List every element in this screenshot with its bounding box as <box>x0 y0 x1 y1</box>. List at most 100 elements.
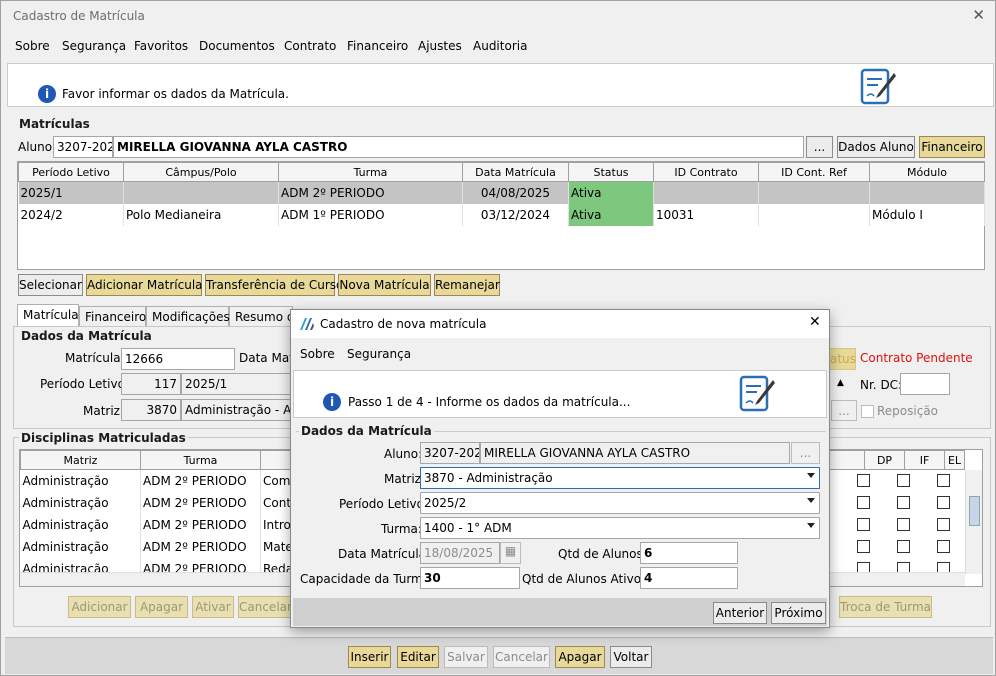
matriz-select[interactable]: 3870 - Administração <box>420 467 820 489</box>
dp-checkbox[interactable] <box>857 496 870 509</box>
periodo-code-field[interactable]: 117 <box>121 373 181 395</box>
tab-financeiro[interactable]: Financeiro <box>79 306 146 326</box>
turma-select[interactable]: 1400 - 1° ADM <box>420 517 820 539</box>
periodo-select[interactable]: 2025/2 <box>420 492 820 514</box>
dialog-title-bar: Cadastro de nova matrícula ✕ <box>291 310 829 338</box>
el-checkbox[interactable] <box>937 540 950 553</box>
col-disciplina[interactable] <box>260 450 293 470</box>
table-row[interactable]: AdministraçãoADM 2º PERIODOMater <box>20 535 293 558</box>
tab-modificacoes[interactable]: Modificações <box>146 306 230 326</box>
capacidade-field[interactable]: 30 <box>420 567 520 589</box>
disc-ativar-button[interactable]: Ativar <box>192 596 234 618</box>
data-matricula-field[interactable]: 18/08/2025 <box>420 542 500 564</box>
col-dp[interactable]: DP <box>864 450 905 470</box>
nova-matricula-button[interactable]: Nova Matrícula <box>338 274 431 296</box>
lookup-button[interactable]: ... <box>831 400 857 421</box>
calendar-icon[interactable]: ▦ <box>500 542 521 564</box>
troca-turma-button[interactable]: Troca de Turma <box>839 596 932 618</box>
el-checkbox[interactable] <box>937 474 950 487</box>
tab-resumo[interactable]: Resumo de <box>229 306 302 326</box>
status-button[interactable]: atus <box>829 348 856 370</box>
nova-matricula-dialog: Cadastro de nova matrícula ✕ Sobre Segur… <box>290 309 830 628</box>
menu-ajustes[interactable]: Ajustes <box>418 39 462 53</box>
menu-financeiro[interactable]: Financeiro <box>347 39 408 53</box>
close-icon[interactable]: ✕ <box>972 6 985 24</box>
disc-apagar-button[interactable]: Apagar <box>135 596 188 618</box>
col-periodo[interactable]: Período Letivo <box>18 162 124 182</box>
col-id-cont-ref[interactable]: ID Cont. Ref <box>758 162 870 182</box>
editar-button[interactable]: Editar <box>397 646 439 668</box>
if-checkbox[interactable] <box>897 518 910 531</box>
disc-adicionar-button[interactable]: Adicionar <box>68 596 131 618</box>
salvar-button[interactable]: Salvar <box>444 646 488 668</box>
dp-checkbox[interactable] <box>857 474 870 487</box>
tab-matricula[interactable]: Matrícula <box>17 304 79 327</box>
cell: Polo Medianeira <box>123 203 279 226</box>
col-id-contrato[interactable]: ID Contrato <box>653 162 759 182</box>
if-checkbox[interactable] <box>897 496 910 509</box>
qtd-ativos-field[interactable]: 4 <box>640 567 738 589</box>
table-row[interactable]: AdministraçãoADM 2º PERIODOConta <box>20 491 293 514</box>
dialog-menu-sobre[interactable]: Sobre <box>300 347 335 361</box>
cell: ADM 2º PERIODO <box>140 469 261 492</box>
dialog-aluno-code[interactable]: 3207-2022 <box>420 442 480 464</box>
table-row[interactable]: 2025/1 ADM 2º PERIODO 04/08/2025 Ativa <box>18 181 985 204</box>
transferencia-curso-button[interactable]: Transferência de Curso <box>205 274 343 296</box>
aluno-code-field[interactable]: 3207-2022 <box>53 136 113 158</box>
menu-sobre[interactable]: Sobre <box>15 39 50 53</box>
menu-contrato[interactable]: Contrato <box>284 39 336 53</box>
col-data[interactable]: Data Matrícula <box>462 162 569 182</box>
col-turma[interactable]: Turma <box>140 450 261 470</box>
el-checkbox[interactable] <box>937 518 950 531</box>
inserir-button[interactable]: Inserir <box>348 646 391 668</box>
remanejar-button[interactable]: Remanejar <box>434 274 500 296</box>
scroll-thumb[interactable] <box>969 496 980 526</box>
if-checkbox[interactable] <box>897 474 910 487</box>
el-checkbox[interactable] <box>937 496 950 509</box>
menu-auditoria[interactable]: Auditoria <box>473 39 527 53</box>
menu-favoritos[interactable]: Favoritos <box>134 39 188 53</box>
disc-cancelar-button[interactable]: Cancelar <box>238 596 292 618</box>
proximo-button[interactable]: Próximo <box>771 602 826 624</box>
dialog-aluno-lookup[interactable]: ... <box>791 442 820 464</box>
col-el[interactable]: EL <box>944 450 965 470</box>
anterior-button[interactable]: Anterior <box>713 602 767 624</box>
dialog-group-title: Dados da Matrícula <box>299 424 434 438</box>
table-row[interactable]: AdministraçãoADM 2º PERIODOIntrod <box>20 513 293 536</box>
nro-dc-field[interactable] <box>900 373 950 395</box>
table-row[interactable]: 2024/2 Polo Medianeira ADM 1º PERIODO 03… <box>18 203 985 226</box>
matriz-field[interactable]: Administração - ATIV <box>181 399 291 421</box>
dialog-aluno-name[interactable]: MIRELLA GIOVANNA AYLA CASTRO <box>480 442 790 464</box>
dp-checkbox[interactable] <box>857 518 870 531</box>
voltar-button[interactable]: Voltar <box>610 646 652 668</box>
periodo-field[interactable]: 2025/1 <box>181 373 291 395</box>
financeiro-button[interactable]: Financeiro <box>919 136 985 158</box>
chevron-down-icon <box>807 473 815 478</box>
dialog-menu-seguranca[interactable]: Segurança <box>347 347 411 361</box>
dados-aluno-button[interactable]: Dados Aluno <box>837 136 915 158</box>
matriz-code-field[interactable]: 3870 <box>121 399 181 421</box>
col-turma[interactable]: Turma <box>278 162 463 182</box>
matricula-field[interactable]: 12666 <box>121 348 235 370</box>
cancelar-button[interactable]: Cancelar <box>493 646 550 668</box>
col-modulo[interactable]: Módulo <box>869 162 985 182</box>
adicionar-matricula-button[interactable]: Adicionar Matrícula <box>86 274 203 296</box>
vertical-scrollbar[interactable] <box>965 470 982 574</box>
if-checkbox[interactable] <box>897 540 910 553</box>
qtd-alunos-field[interactable]: 6 <box>640 542 738 564</box>
col-matriz[interactable]: Matriz <box>20 450 141 470</box>
apagar-button[interactable]: Apagar <box>555 646 605 668</box>
selecionar-button[interactable]: Selecionar <box>18 274 83 296</box>
menu-documentos[interactable]: Documentos <box>199 39 275 53</box>
col-campus[interactable]: Câmpus/Polo <box>123 162 279 182</box>
dialog-close-icon[interactable]: ✕ <box>809 314 821 330</box>
reposicao-checkbox[interactable] <box>861 405 874 418</box>
aluno-name-field[interactable]: MIRELLA GIOVANNA AYLA CASTRO <box>113 136 804 158</box>
table-row[interactable]: AdministraçãoADM 2º PERIODOComp <box>20 469 293 492</box>
sort-up-icon[interactable]: ▲ <box>837 378 844 388</box>
aluno-lookup-button[interactable]: ... <box>806 136 833 158</box>
col-status[interactable]: Status <box>568 162 654 182</box>
col-if[interactable]: IF <box>904 450 945 470</box>
dp-checkbox[interactable] <box>857 540 870 553</box>
menu-seguranca[interactable]: Segurança <box>62 39 126 53</box>
